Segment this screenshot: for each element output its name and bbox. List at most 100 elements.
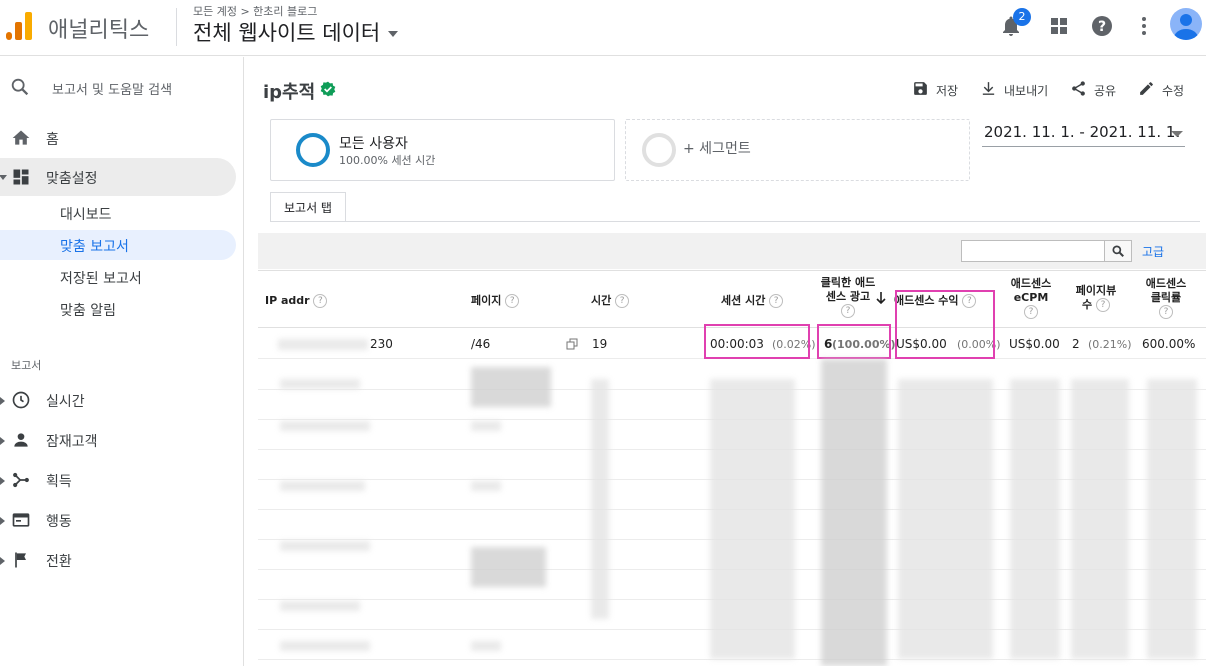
tab-report[interactable]: 보고서 탭 xyxy=(270,192,346,222)
help-circle-icon[interactable]: ? xyxy=(1095,298,1110,312)
verified-check-icon xyxy=(320,81,336,97)
app-name: 애널리틱스 xyxy=(48,18,150,43)
notification-badge: 2 xyxy=(1013,8,1031,26)
sidebar-item-label: 실시간 xyxy=(46,394,85,410)
redacted-ip xyxy=(278,339,368,350)
sidebar-sub-custom-alerts[interactable]: 맞춤 알림 xyxy=(0,294,236,324)
segment-ring-icon xyxy=(296,133,330,167)
sidebar-sub-saved-reports[interactable]: 저장된 보고서 xyxy=(0,262,236,292)
help-circle-icon[interactable]: ? xyxy=(1159,305,1173,319)
th-session-time[interactable]: 세션 시간 ? xyxy=(721,294,784,308)
redacted-cell xyxy=(1147,379,1197,659)
redacted-cell xyxy=(471,481,501,491)
th-adsense-ctr[interactable]: 애드센스 클릭률? xyxy=(1141,277,1191,319)
th-pageviews[interactable]: 페이지뷰 수 ? xyxy=(1070,284,1122,312)
table-header: IP addr ? 페이지 ? 시간 ? 세션 시간 ? 클릭한 애드센스 광고… xyxy=(258,270,1206,328)
sidebar-search-placeholder: 보고서 및 도움말 검색 xyxy=(52,83,173,98)
sidebar-item-audience[interactable]: 잠재고객 xyxy=(0,421,236,459)
redacted-cell xyxy=(280,601,360,611)
sidebar-sub-dashboard[interactable]: 대시보드 xyxy=(0,198,236,228)
segment-card-all-users[interactable]: 모든 사용자 100.00% 세션 시간 xyxy=(270,119,615,181)
sidebar-item-realtime[interactable]: 실시간 xyxy=(0,381,236,419)
advanced-filter-link[interactable]: 고급 xyxy=(1142,243,1164,260)
analytics-logo-icon[interactable] xyxy=(6,10,34,40)
sidebar-sub-label: 맞춤 보고서 xyxy=(60,239,129,255)
table-search-input[interactable] xyxy=(961,240,1105,262)
share-icon xyxy=(1072,81,1085,96)
redacted-cell xyxy=(898,379,993,659)
cell-time: 19 xyxy=(592,337,608,351)
help-circle-icon[interactable]: ? xyxy=(1024,305,1038,319)
th-label: 페이지 xyxy=(471,294,502,307)
open-page-icon[interactable] xyxy=(566,338,578,350)
table-toolbar: 고급 xyxy=(258,233,1206,269)
sidebar-item-home[interactable]: 홈 xyxy=(0,119,236,157)
cell-pageviews: 2 xyxy=(1072,337,1080,351)
person-icon xyxy=(14,433,28,447)
redacted-cell xyxy=(821,359,887,666)
help-circle-icon[interactable]: ? xyxy=(505,294,520,308)
cell-page[interactable]: /46 xyxy=(471,337,490,351)
help-icon[interactable]: ? xyxy=(1090,14,1114,38)
redacted-cell xyxy=(280,641,370,651)
redacted-cell xyxy=(280,421,370,431)
redacted-cell xyxy=(1071,379,1129,659)
sidebar-sub-custom-reports[interactable]: 맞춤 보고서 xyxy=(0,230,236,260)
pencil-icon xyxy=(1140,82,1153,95)
tab-divider xyxy=(270,221,1200,222)
redacted-cell xyxy=(280,481,365,491)
view-selector[interactable]: 전체 웹사이트 데이터 xyxy=(193,17,399,47)
more-vert-icon[interactable] xyxy=(1132,14,1156,38)
svg-text:?: ? xyxy=(1098,19,1106,35)
empty-ring-icon xyxy=(642,133,676,167)
caret-right-icon xyxy=(0,437,5,445)
sidebar-item-conversions[interactable]: 전환 xyxy=(0,541,236,579)
redacted-cell xyxy=(471,421,501,431)
search-icon xyxy=(1112,245,1124,257)
sidebar-item-label: 홈 xyxy=(46,132,59,148)
caret-down-icon xyxy=(0,175,7,180)
apps-grid-icon[interactable] xyxy=(1047,14,1071,38)
help-circle-icon[interactable]: ? xyxy=(769,294,784,308)
th-label: 애드센스 클릭률 xyxy=(1145,277,1187,304)
help-circle-icon[interactable]: ? xyxy=(615,294,630,308)
save-label: 저장 xyxy=(936,84,959,98)
sidebar-item-acquisition[interactable]: 획득 xyxy=(0,461,236,499)
clock-icon xyxy=(12,391,30,409)
redacted-cell xyxy=(591,379,609,619)
sidebar-item-label: 행동 xyxy=(46,514,72,530)
th-adsense-ecpm[interactable]: 애드센스 eCPM? xyxy=(1006,277,1056,319)
th-time[interactable]: 시간 ? xyxy=(591,294,630,308)
sidebar-sub-label: 맞춤 알림 xyxy=(60,303,116,319)
sidebar-item-behavior[interactable]: 행동 xyxy=(0,501,236,539)
cell-ctr: 600.00% xyxy=(1142,337,1196,351)
th-label: 애드센스 eCPM xyxy=(1010,277,1052,304)
sort-down-arrow-icon[interactable] xyxy=(876,291,886,305)
th-ip[interactable]: IP addr ? xyxy=(265,294,328,308)
th-page[interactable]: 페이지 ? xyxy=(471,294,520,308)
add-segment-card[interactable]: + 세그먼트 xyxy=(625,119,970,181)
sidebar-item-label: 획득 xyxy=(46,474,72,490)
help-circle-icon[interactable]: ? xyxy=(313,294,328,308)
redacted-cell xyxy=(471,547,546,587)
cell-ecpm: US$0.00 xyxy=(1009,337,1060,351)
avatar[interactable] xyxy=(1170,8,1202,40)
caret-right-icon xyxy=(0,397,5,405)
th-label: IP addr xyxy=(265,294,310,307)
divider xyxy=(176,8,177,46)
table-search-button[interactable] xyxy=(1105,240,1132,262)
th-clicked-ads[interactable]: 클릭한 애드센스 광고? xyxy=(819,276,877,318)
date-range-picker[interactable]: 2021. 11. 1. - 2021. 11. 1. xyxy=(982,121,1185,147)
save-icon xyxy=(914,82,927,95)
help-circle-icon[interactable]: ? xyxy=(841,304,855,318)
caret-right-icon xyxy=(0,477,5,485)
sidebar: 보고서 및 도움말 검색 홈 맞춤설정 대시보드 맞춤 보고서 저장된 보고서 … xyxy=(0,57,244,666)
flag-icon xyxy=(15,552,26,568)
download-icon xyxy=(982,82,995,95)
caret-right-icon xyxy=(0,517,5,525)
sidebar-search[interactable]: 보고서 및 도움말 검색 xyxy=(0,71,244,103)
redacted-cell xyxy=(471,641,501,651)
export-label: 내보내기 xyxy=(1004,84,1049,98)
sidebar-item-custom[interactable]: 맞춤설정 xyxy=(0,158,236,196)
share-label: 공유 xyxy=(1094,84,1117,98)
